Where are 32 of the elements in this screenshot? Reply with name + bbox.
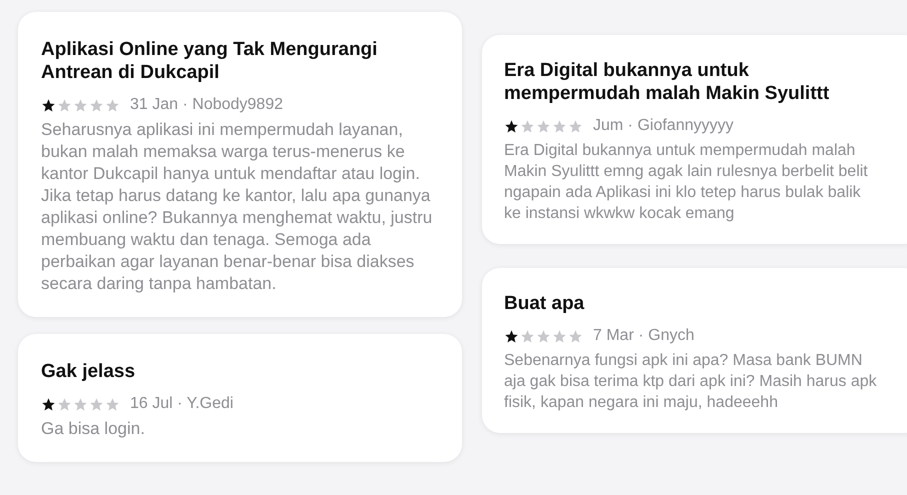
review-date-author: 16 Jul · Y.Gedi	[130, 395, 234, 413]
review-date-author: 7 Mar · Gnych	[593, 327, 694, 345]
review-date-author: 31 Jan · Nobody9892	[130, 96, 283, 114]
empty-star-icon	[520, 118, 535, 134]
review-title: Gak jelass	[41, 360, 136, 383]
filled-star-icon	[41, 98, 56, 112]
empty-star-icon	[57, 396, 72, 412]
filled-star-icon	[41, 396, 56, 412]
empty-star-icon	[73, 98, 88, 112]
empty-star-icon	[552, 328, 567, 344]
empty-star-icon	[57, 98, 72, 112]
empty-star-icon	[105, 396, 120, 412]
empty-star-icon	[520, 328, 535, 344]
empty-star-icon	[536, 328, 551, 344]
empty-star-icon	[568, 328, 583, 344]
review-title: Aplikasi Online yang Tak Mengurangi Antrean di Dukcapil	[41, 38, 378, 84]
empty-star-icon	[536, 118, 551, 134]
review-text: Ga bisa login.	[41, 418, 146, 440]
empty-star-icon	[552, 118, 567, 134]
review-title: Buat apa	[504, 292, 586, 315]
review-title: Era Digital bukannya untuk mempermudah malah Makin Syulittt	[504, 59, 830, 105]
empty-star-icon	[568, 118, 583, 134]
review-date-author: Jum · Giofannyyyyy	[593, 117, 734, 135]
empty-star-icon	[73, 396, 88, 412]
review-text: Seharusnya aplikasi ini mempermudah layanan, bukan malah memaksa warga terus-menerus ke kantor Dukcapil hanya untuk mendaftar atau login. Jika tetap harus datang ke kantor, lalu apa gunanya aplikasi online? Bukannya menghemat waktu, justru membuang waktu dan tenaga. Semoga ada perbaikan agar layanan benar-benar bisa diakses secara daring tanpa hambatan.	[41, 119, 434, 295]
empty-star-icon	[89, 396, 104, 412]
review-text: Era Digital bukannya untuk mempermudah malah Makin Syulittt emng agak lain rulesnya berbelit belit ngapain ada Aplikasi ini klo tetep harus bulak balik ke instansi wkwkw kocak emang	[504, 141, 869, 224]
empty-star-icon	[105, 98, 120, 112]
filled-star-icon	[504, 328, 519, 344]
filled-star-icon	[504, 118, 519, 134]
review-text: Sebenarnya fungsi apk ini apa? Masa bank BUMN aja gak bisa terima ktp dari apk ini? Masih harus apk fisik, kapan negara ini maju, hadeeehh	[504, 351, 878, 413]
empty-star-icon	[89, 98, 104, 112]
